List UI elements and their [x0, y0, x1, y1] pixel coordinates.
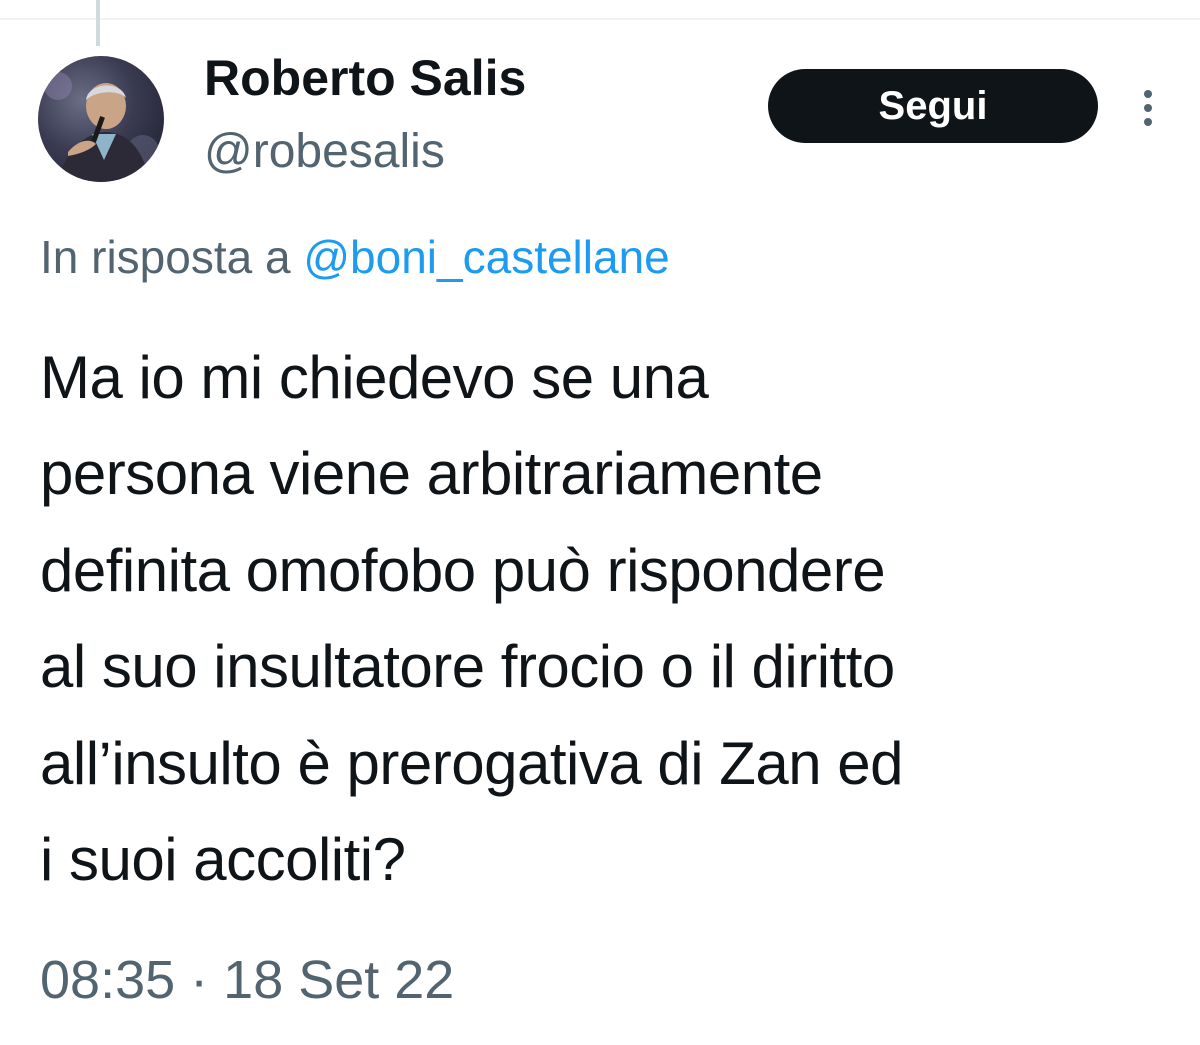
tweet-date: 18 Set 22 — [223, 950, 455, 1010]
reply-context: In risposta a @boni_castellane — [40, 226, 670, 288]
top-divider — [0, 18, 1200, 20]
follow-button-label: Segui — [878, 83, 988, 128]
tweet-text-line: persona viene arbitrariamente — [40, 440, 823, 508]
tweet-text: Ma io mi chiedevo se una persona viene a… — [40, 330, 1180, 908]
tweet-text-line: Ma io mi chiedevo se una — [40, 344, 709, 411]
more-vertical-icon — [1144, 90, 1152, 126]
avatar[interactable] — [38, 56, 164, 182]
tweet-text-line: definita omofobo può rispondere — [40, 536, 886, 604]
follow-button[interactable]: Segui — [768, 69, 1098, 143]
tweet-time: 08:35 — [40, 950, 176, 1010]
author-name[interactable]: Roberto Salis — [204, 46, 526, 110]
timestamp-separator: · — [190, 950, 209, 1010]
reply-prefix: In risposta a — [40, 231, 304, 283]
tweet-timestamp[interactable]: 08:35 · 18 Set 22 — [40, 944, 454, 1016]
tweet-text-line: all’insulto è prerogativa di Zan ed — [40, 729, 904, 797]
tweet-text-line: i suoi accoliti? — [40, 826, 406, 894]
reply-mention-link[interactable]: @boni_castellane — [303, 231, 669, 283]
tweet-text-line: al suo insultatore frocio o il diritto — [40, 633, 895, 701]
more-options-button[interactable] — [1130, 84, 1166, 132]
author-handle[interactable]: @robesalis — [204, 122, 445, 182]
thread-connector-line — [96, 0, 100, 46]
